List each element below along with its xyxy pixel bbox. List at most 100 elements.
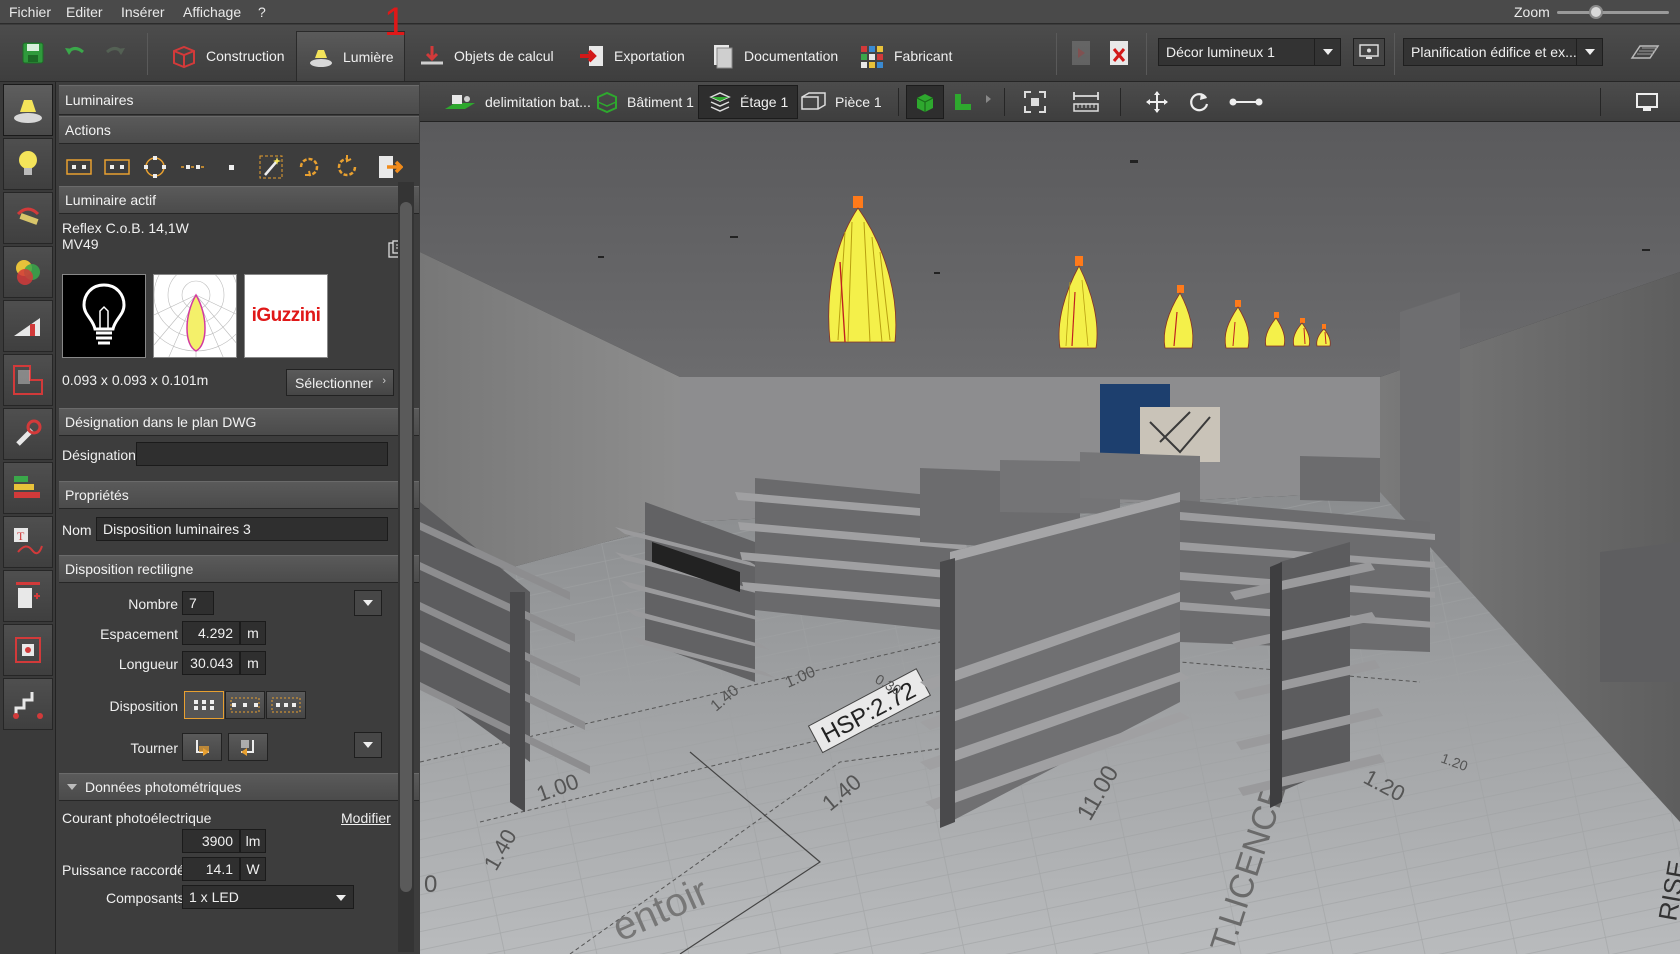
luminaire-name: Reflex C.o.B. 14,1W: [62, 220, 189, 236]
stairs-tool-button[interactable]: [3, 678, 53, 730]
insert-element-button[interactable]: [3, 570, 53, 622]
light-distribution-button[interactable]: [3, 300, 53, 352]
tab-etage-label: Étage 1: [740, 94, 789, 110]
designation-label: Désignation: [62, 447, 136, 463]
rotation-options-dropdown[interactable]: [354, 732, 382, 758]
tab-piece-label: Pièce 1: [835, 94, 882, 110]
luminaire-dimensions: 0.093 x 0.093 x 0.101m: [62, 372, 209, 388]
save-icon[interactable]: [20, 40, 48, 68]
disposition-label: Disposition: [109, 698, 178, 714]
rotate-luminaire-icon[interactable]: [328, 148, 366, 186]
lamp-tool-button[interactable]: [3, 138, 53, 190]
chevron-down-icon[interactable]: [336, 895, 346, 901]
fit-view-button[interactable]: [3, 624, 53, 676]
panel-scrollbar[interactable]: [398, 182, 414, 952]
arrange-circle-icon[interactable]: [136, 148, 174, 186]
luminous-flux-input[interactable]: 3900: [182, 829, 240, 853]
rotate-view-icon[interactable]: [1184, 88, 1214, 116]
panel-scrollbar-thumb[interactable]: [400, 202, 412, 892]
menu-editer[interactable]: Editer: [66, 4, 103, 20]
chevron-down-icon[interactable]: [1314, 39, 1340, 65]
chevron-right-icon[interactable]: [986, 95, 991, 103]
play-icon[interactable]: [1068, 39, 1096, 67]
magic-wand-icon[interactable]: [252, 148, 290, 186]
3d-scene-render[interactable]: HSP:2.72 T.LICENCE entoir 1.00 1.40 11.0…: [420, 122, 1680, 954]
tab-objets-calcul[interactable]: Objets de calcul: [408, 31, 564, 81]
disposition-option-1[interactable]: [184, 691, 224, 719]
manufacturer-icon: [861, 46, 883, 68]
arrange-line-icon[interactable]: [174, 148, 212, 186]
zoom-slider-handle[interactable]: [1589, 5, 1604, 19]
room-tool-button[interactable]: [3, 354, 53, 406]
planning-select[interactable]: Planification édifice et ex...: [1403, 38, 1603, 66]
color-tool-button[interactable]: [3, 246, 53, 298]
rotate-left-button[interactable]: [182, 733, 222, 761]
tab-delimitation-label: delimitation bat...: [485, 94, 591, 110]
tab-delimitation[interactable]: delimitation bat...: [434, 85, 600, 119]
tab-fabricant[interactable]: Fabricant: [848, 31, 962, 81]
single-luminaire-icon[interactable]: [212, 148, 250, 186]
menu-bar: Fichier Editer Insérer Affichage ? Zoom: [0, 0, 1680, 24]
rotate-selection-icon[interactable]: [290, 148, 328, 186]
designation-input[interactable]: [136, 442, 388, 466]
disposition-option-2[interactable]: [225, 691, 265, 719]
arrange-field-icon[interactable]: [98, 148, 136, 186]
monitor-icon[interactable]: [1632, 88, 1662, 116]
spacing-input[interactable]: 4.292: [182, 621, 240, 645]
modify-link[interactable]: Modifier: [341, 810, 391, 826]
measure-icon[interactable]: [1068, 88, 1104, 116]
length-input[interactable]: 30.043: [182, 651, 240, 675]
undo-icon[interactable]: [62, 40, 90, 68]
tab-construction[interactable]: Construction: [160, 31, 295, 81]
annotation-1: 1: [384, 0, 407, 44]
tab-exportation[interactable]: Exportation: [568, 31, 695, 81]
floor-plan-icon[interactable]: [948, 88, 978, 116]
tab-batiment[interactable]: Bâtiment 1: [586, 85, 703, 119]
arrange-row-icon[interactable]: [60, 148, 98, 186]
menu-inserer[interactable]: Insérer: [121, 4, 165, 20]
menu-fichier[interactable]: Fichier: [9, 4, 51, 20]
delete-icon[interactable]: [1106, 39, 1134, 67]
tab-documentation[interactable]: Documentation: [698, 31, 848, 81]
spotlight-tool-button[interactable]: [3, 192, 53, 244]
calculation-object-icon: [421, 46, 443, 65]
view-mode-icon[interactable]: [1630, 40, 1660, 68]
tab-objets-calcul-label: Objets de calcul: [454, 48, 554, 64]
luminaires-tool-button[interactable]: [3, 84, 53, 136]
collapse-triangle-icon[interactable]: [67, 784, 77, 790]
walk-line-icon[interactable]: [1226, 88, 1266, 116]
disposition-option-3[interactable]: [266, 691, 306, 719]
chevron-right-icon: ›: [382, 375, 386, 387]
redo-icon[interactable]: [102, 40, 130, 68]
menu-help[interactable]: ?: [258, 4, 266, 20]
rotate-right-button[interactable]: [228, 733, 268, 761]
text-annotation-button[interactable]: T: [3, 516, 53, 568]
components-select[interactable]: 1 x LED: [182, 885, 354, 909]
3d-view-icon[interactable]: [906, 85, 944, 119]
chevron-down-icon[interactable]: [1576, 39, 1602, 65]
panel-title: Luminaires: [59, 85, 419, 115]
menu-affichage[interactable]: Affichage: [183, 4, 241, 20]
room-outline-icon: [13, 365, 43, 395]
export-luminaires-icon[interactable]: [370, 148, 408, 186]
select-luminaire-button[interactable]: Sélectionner ›: [286, 369, 394, 396]
tools-button[interactable]: [3, 408, 53, 460]
power-label: Puissance raccordée: [62, 862, 193, 878]
tab-etage[interactable]: Étage 1: [698, 85, 799, 119]
zoom-slider[interactable]: [1557, 11, 1669, 14]
energy-button[interactable]: [3, 462, 53, 514]
count-input[interactable]: 7: [182, 591, 214, 615]
frame-icon: [15, 637, 41, 663]
tab-piece[interactable]: Pièce 1: [790, 85, 891, 119]
scene-settings-icon[interactable]: [1353, 38, 1385, 66]
layout-options-dropdown[interactable]: [354, 590, 382, 616]
power-unit: W: [240, 857, 266, 881]
move-icon[interactable]: [1142, 88, 1172, 116]
photometric-data-header[interactable]: Données photométriques ⊸: [59, 773, 419, 801]
name-input[interactable]: Disposition luminaires 3: [96, 517, 388, 541]
light-scene-select[interactable]: Décor lumineux 1: [1158, 38, 1341, 66]
separator: [1120, 88, 1121, 116]
spacing-label: Espacement: [100, 626, 178, 642]
power-input[interactable]: 14.1: [182, 857, 240, 881]
fit-to-screen-icon[interactable]: [1020, 88, 1050, 116]
